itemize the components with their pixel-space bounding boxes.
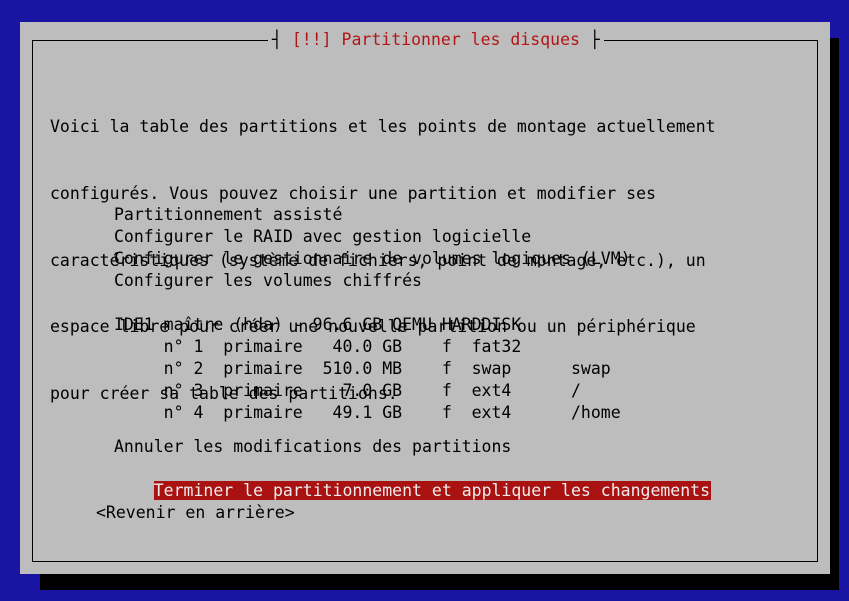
dialog-title-text: [!!] Partitionner les disques [291,30,580,49]
menu-item-finish[interactable]: Terminer le partitionnement et appliquer… [114,458,712,501]
partition-item-3[interactable]: n° 3 primaire 7.0 GB f ext4 / [114,380,581,402]
menu-item-raid[interactable]: Configurer le RAID avec gestion logiciel… [114,226,531,248]
partition-item-2[interactable]: n° 2 primaire 510.0 MB f swap swap [114,358,611,380]
intro-line: Voici la table des partitions et les poi… [50,117,716,137]
partition-dialog: ┤ [!!] Partitionner les disques ├ Voici … [20,22,830,574]
title-left-bar: ┤ [272,30,292,49]
partition-item-1[interactable]: n° 1 primaire 40.0 GB f fat32 [114,336,522,358]
menu-item-guided[interactable]: Partitionnement assisté [114,204,342,226]
intro-line: configurés. Vous pouvez choisir une part… [50,184,656,204]
menu-item-finish-label: Terminer le partitionnement et appliquer… [153,481,712,501]
disk-item-hda[interactable]: IDE1 maître (hda) - 96.6 GB QEMU HARDDIS… [114,314,521,336]
title-right-bar: ├ [579,30,600,49]
menu-item-undo[interactable]: Annuler les modifications des partitions [114,436,511,458]
menu-item-lvm[interactable]: Configurer le gestionnaire de volumes lo… [114,248,631,270]
partition-item-4[interactable]: n° 4 primaire 49.1 GB f ext4 /home [114,402,621,424]
dialog-title: ┤ [!!] Partitionner les disques ├ [268,29,604,51]
back-button[interactable]: <Revenir en arrière> [96,502,295,524]
menu-item-crypto[interactable]: Configurer les volumes chiffrés [114,270,422,292]
